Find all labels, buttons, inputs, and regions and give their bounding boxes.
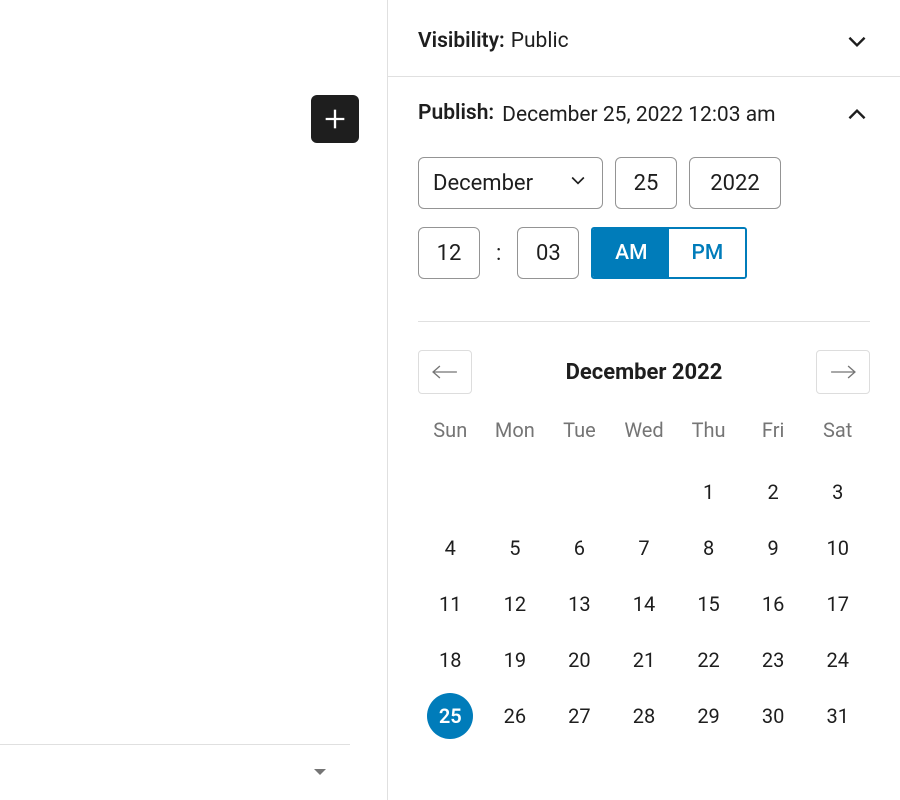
prev-month-button[interactable] — [418, 350, 472, 394]
calendar-dow: Thu — [676, 418, 741, 464]
calendar-day[interactable]: 2 — [741, 464, 806, 520]
time-row: 12 : 03 AM PM — [418, 227, 870, 279]
calendar-day[interactable]: 25 — [418, 688, 483, 744]
calendar-day[interactable]: 31 — [805, 688, 870, 744]
calendar-day[interactable]: 23 — [741, 632, 806, 688]
calendar-day[interactable]: 22 — [676, 632, 741, 688]
editor-canvas-area — [0, 0, 387, 800]
collapse-panel-button[interactable] — [308, 760, 332, 788]
publish-section-header[interactable]: Publish: December 25, 2022 12:03 am — [388, 77, 900, 139]
plus-icon — [321, 105, 349, 133]
calendar-day[interactable]: 3 — [805, 464, 870, 520]
calendar-day[interactable]: 27 — [547, 688, 612, 744]
publish-datetime: December 25, 2022 12:03 am — [502, 101, 775, 129]
day-input[interactable]: 25 — [615, 157, 677, 209]
am-label: AM — [615, 241, 647, 265]
year-input[interactable]: 2022 — [689, 157, 781, 209]
calendar-day[interactable]: 26 — [483, 688, 548, 744]
chevron-up-icon — [844, 102, 870, 128]
visibility-label: Visibility: — [418, 29, 505, 53]
arrow-left-icon — [428, 363, 462, 381]
next-month-button[interactable] — [816, 350, 870, 394]
calendar-day[interactable]: 16 — [741, 576, 806, 632]
publish-label: Publish: — [418, 101, 494, 125]
calendar: December 2022 SunMonTueWedThuFriSat12345… — [388, 322, 900, 744]
calendar-day[interactable]: 29 — [676, 688, 741, 744]
pm-label: PM — [691, 241, 723, 265]
caret-down-icon — [308, 760, 332, 784]
minute-input[interactable]: 03 — [517, 227, 579, 279]
publish-text: Publish: December 25, 2022 12:03 am — [418, 101, 776, 129]
year-input-value: 2022 — [710, 171, 759, 196]
time-colon: : — [492, 241, 505, 266]
visibility-section[interactable]: Visibility:Public — [388, 10, 900, 77]
calendar-dow: Mon — [483, 418, 548, 464]
calendar-blank — [547, 464, 612, 520]
calendar-day[interactable]: 30 — [741, 688, 806, 744]
calendar-day[interactable]: 5 — [483, 520, 548, 576]
calendar-day[interactable]: 11 — [418, 576, 483, 632]
calendar-blank — [418, 464, 483, 520]
hour-input[interactable]: 12 — [418, 227, 480, 279]
calendar-blank — [612, 464, 677, 520]
calendar-day[interactable]: 13 — [547, 576, 612, 632]
month-select-value: December — [433, 171, 533, 196]
calendar-day[interactable]: 4 — [418, 520, 483, 576]
arrow-right-icon — [826, 363, 860, 381]
ampm-toggle: AM PM — [591, 227, 747, 279]
calendar-day[interactable]: 21 — [612, 632, 677, 688]
hour-input-value: 12 — [437, 241, 462, 266]
month-select[interactable]: December — [418, 157, 603, 209]
settings-sidebar: Visibility:Public Publish: December 25, … — [387, 0, 900, 800]
day-input-value: 25 — [634, 171, 659, 196]
minute-input-value: 03 — [536, 241, 561, 266]
footer-divider — [0, 744, 350, 745]
calendar-day[interactable]: 10 — [805, 520, 870, 576]
calendar-day[interactable]: 28 — [612, 688, 677, 744]
calendar-dow: Wed — [612, 418, 677, 464]
calendar-grid: SunMonTueWedThuFriSat1234567891011121314… — [418, 418, 870, 744]
calendar-dow: Tue — [547, 418, 612, 464]
calendar-day[interactable]: 1 — [676, 464, 741, 520]
add-block-button[interactable] — [311, 95, 359, 143]
chevron-down-icon — [844, 28, 870, 54]
calendar-header: December 2022 — [418, 350, 870, 394]
datetime-controls: December 25 2022 12 : 03 AM PM — [388, 139, 900, 321]
calendar-dow: Sun — [418, 418, 483, 464]
calendar-blank — [483, 464, 548, 520]
calendar-day[interactable]: 18 — [418, 632, 483, 688]
calendar-day[interactable]: 12 — [483, 576, 548, 632]
visibility-value: Public — [511, 29, 569, 53]
calendar-day[interactable]: 7 — [612, 520, 677, 576]
calendar-day[interactable]: 9 — [741, 520, 806, 576]
calendar-day[interactable]: 24 — [805, 632, 870, 688]
calendar-dow: Sat — [805, 418, 870, 464]
pm-option[interactable]: PM — [669, 229, 745, 277]
calendar-day[interactable]: 14 — [612, 576, 677, 632]
calendar-day[interactable]: 15 — [676, 576, 741, 632]
calendar-day[interactable]: 19 — [483, 632, 548, 688]
visibility-text: Visibility:Public — [418, 29, 569, 53]
calendar-month-title: December 2022 — [472, 360, 816, 385]
calendar-dow: Fri — [741, 418, 806, 464]
am-option[interactable]: AM — [593, 229, 669, 277]
date-row: December 25 2022 — [418, 157, 870, 209]
visibility-toggle[interactable] — [844, 28, 870, 54]
calendar-day[interactable]: 6 — [547, 520, 612, 576]
chevron-down-icon — [568, 170, 588, 196]
calendar-day[interactable]: 8 — [676, 520, 741, 576]
publish-toggle[interactable] — [844, 102, 870, 128]
calendar-day[interactable]: 17 — [805, 576, 870, 632]
calendar-day[interactable]: 20 — [547, 632, 612, 688]
